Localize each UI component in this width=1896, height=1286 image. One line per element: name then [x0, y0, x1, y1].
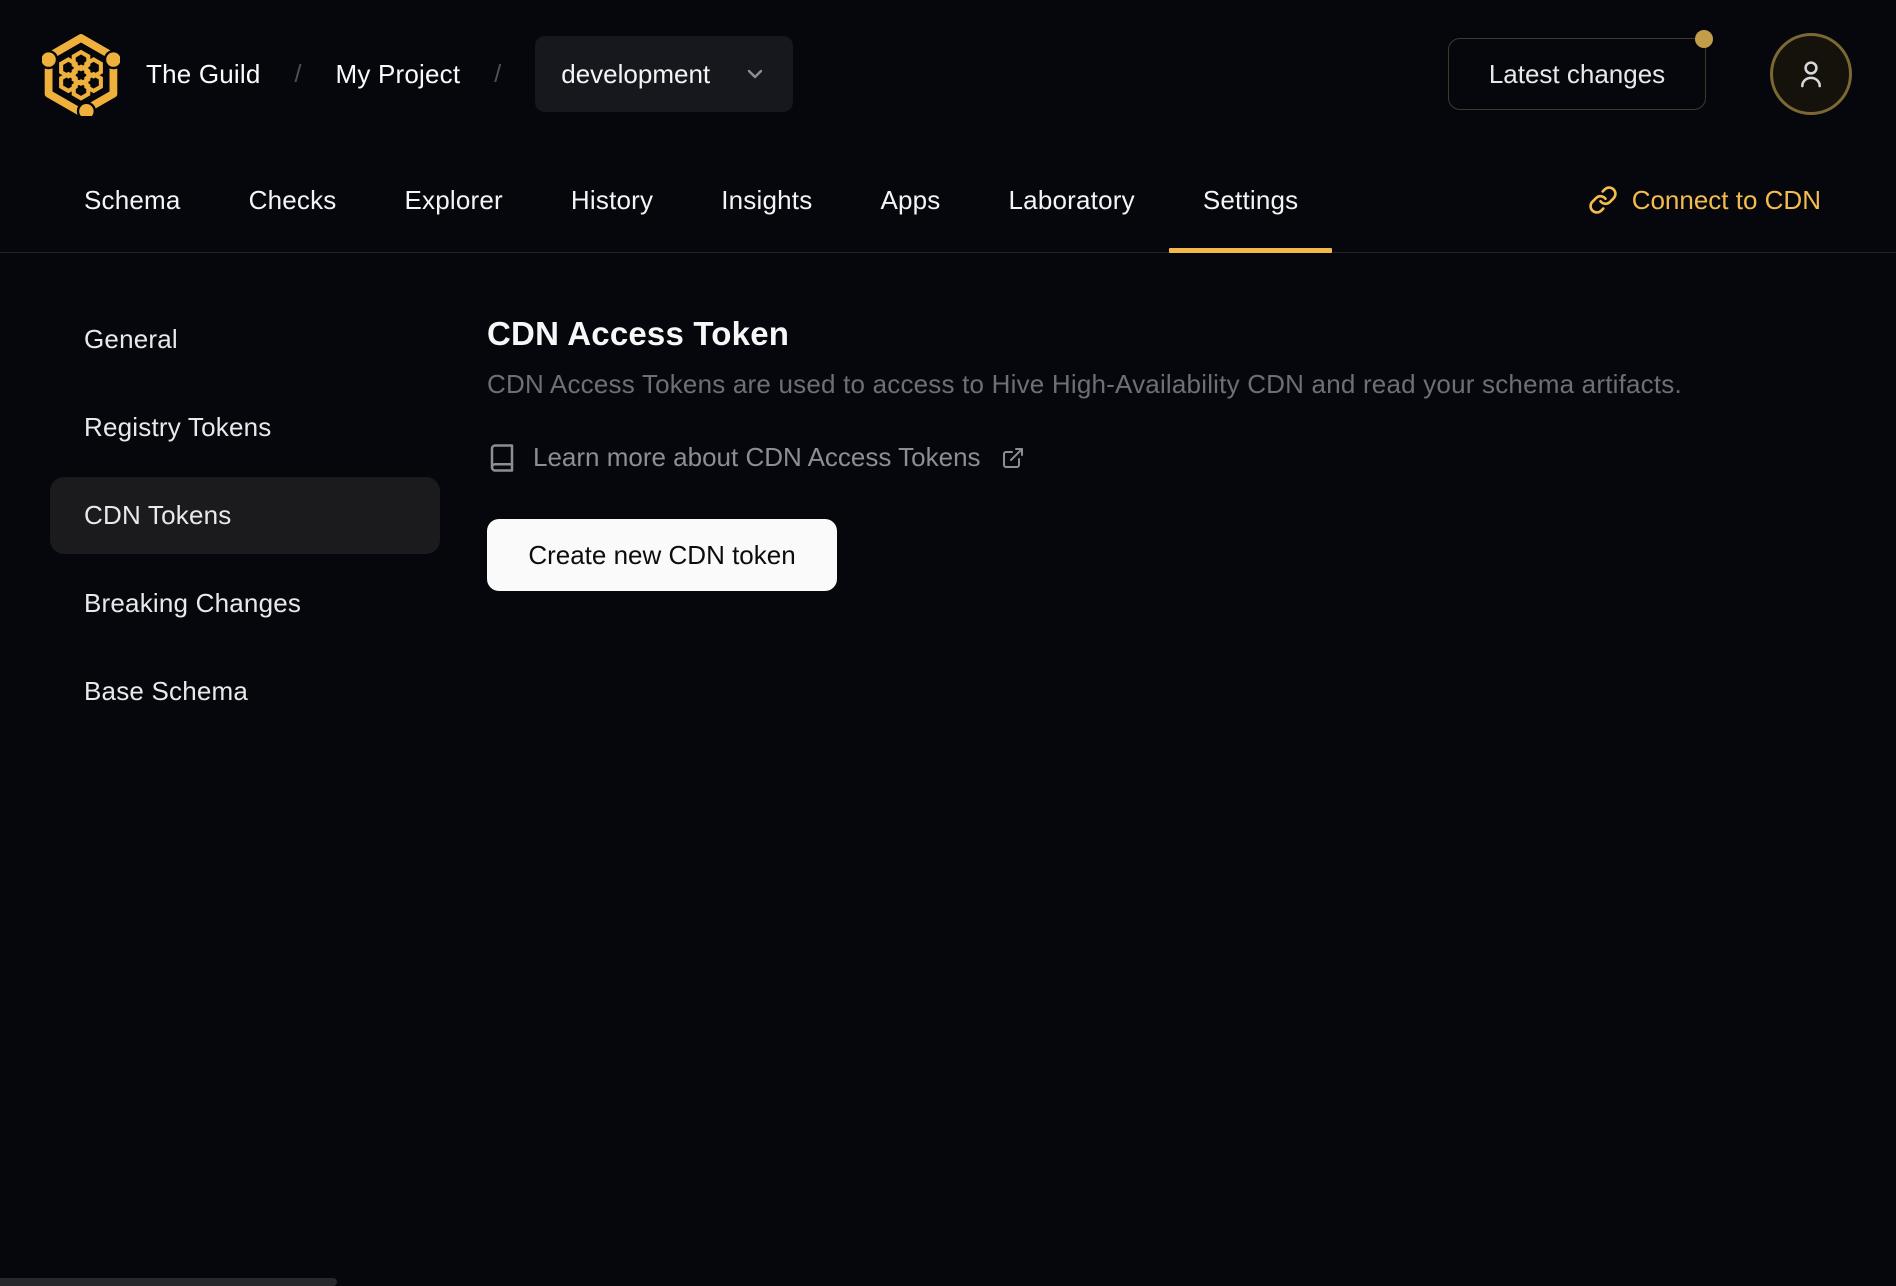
breadcrumb: The Guild / My Project / development [146, 36, 794, 112]
user-icon [1793, 56, 1829, 92]
sidebar-item-general[interactable]: General [50, 301, 440, 378]
hive-logo-icon[interactable] [42, 32, 120, 116]
tab-apps[interactable]: Apps [846, 148, 974, 252]
target-selector-dropdown[interactable]: development [535, 36, 794, 112]
connect-to-cdn-label: Connect to CDN [1631, 184, 1821, 215]
tab-checks[interactable]: Checks [215, 148, 371, 252]
notification-dot [1695, 30, 1713, 48]
breadcrumb-separator: / [294, 59, 302, 88]
create-cdn-token-button[interactable]: Create new CDN token [487, 519, 837, 591]
tab-schema[interactable]: Schema [50, 148, 215, 252]
horizontal-scrollbar-thumb[interactable] [0, 1278, 337, 1286]
connect-to-cdn-link[interactable]: Connect to CDN [1588, 148, 1821, 252]
breadcrumb-org[interactable]: The Guild [146, 59, 261, 90]
tab-laboratory[interactable]: Laboratory [975, 148, 1169, 252]
tab-history[interactable]: History [537, 148, 687, 252]
link-icon [1588, 185, 1618, 215]
project-nav: Schema Checks Explorer History Insights … [0, 148, 1896, 253]
topbar-actions: Latest changes [1448, 30, 1852, 115]
page-title: CDN Access Token [487, 315, 790, 352]
latest-changes-button[interactable]: Latest changes [1448, 30, 1713, 110]
nav-tabs: Schema Checks Explorer History Insights … [50, 148, 1333, 253]
sidebar-item-registry-tokens[interactable]: Registry Tokens [50, 389, 440, 466]
sidebar-item-base-schema[interactable]: Base Schema [50, 653, 440, 730]
sidebar-item-breaking-changes[interactable]: Breaking Changes [50, 565, 440, 642]
learn-more-label: Learn more about CDN Access Tokens [533, 442, 981, 472]
latest-changes-label: Latest changes [1488, 58, 1666, 89]
learn-more-link[interactable]: Learn more about CDN Access Tokens [487, 442, 1682, 473]
tab-explorer[interactable]: Explorer [371, 148, 537, 252]
top-bar: The Guild / My Project / development Lat… [0, 0, 1896, 148]
cdn-token-panel: CDN Access Token CDN Access Tokens are u… [487, 301, 1682, 730]
breadcrumb-project[interactable]: My Project [335, 59, 460, 90]
book-icon [487, 443, 517, 473]
chevron-down-icon [743, 62, 767, 86]
target-selector-value: development [561, 58, 711, 89]
user-avatar-button[interactable] [1770, 33, 1852, 115]
sidebar-item-cdn-tokens[interactable]: CDN Tokens [50, 477, 440, 554]
external-link-icon [1001, 446, 1025, 470]
settings-content: General Registry Tokens CDN Tokens Break… [0, 253, 1896, 730]
breadcrumb-separator: / [494, 59, 502, 88]
settings-sidebar: General Registry Tokens CDN Tokens Break… [50, 301, 440, 730]
tab-settings[interactable]: Settings [1168, 148, 1333, 253]
page-description: CDN Access Tokens are used to access to … [487, 369, 1682, 399]
tab-insights[interactable]: Insights [687, 148, 846, 252]
